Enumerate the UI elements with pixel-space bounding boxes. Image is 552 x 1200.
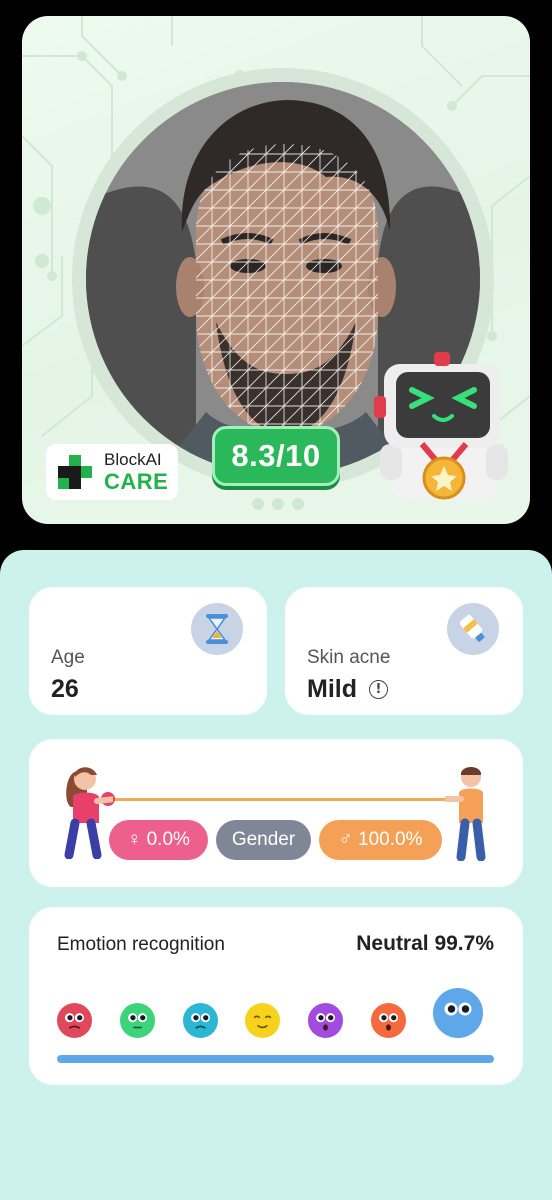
- male-figure-icon: [445, 767, 486, 861]
- age-value: 26: [51, 675, 79, 703]
- skin-score-value: 8.3/10: [231, 438, 321, 473]
- emotion-neutral-icon: [433, 988, 483, 1038]
- gender-card: ♀ 0.0% Gender ♂ 100.0%: [29, 739, 523, 887]
- male-percentage-pill: ♂ 100.0%: [319, 820, 442, 860]
- blockai-care-logo: BlockAI CARE: [46, 444, 178, 500]
- age-card: Age 26: [29, 587, 267, 715]
- tug-rope: [107, 798, 452, 801]
- emotion-angry-icon: [56, 1002, 92, 1038]
- emotion-sad-icon: [182, 1002, 218, 1038]
- logo-line2: CARE: [104, 469, 169, 494]
- emotion-disgust-icon: [119, 1002, 155, 1038]
- hourglass-icon: [191, 603, 243, 655]
- skin-acne-value: Mild: [307, 675, 357, 703]
- logo-line1: BlockAI: [104, 450, 162, 469]
- emotion-surprise-icon: [370, 1002, 406, 1038]
- info-icon[interactable]: !: [369, 680, 388, 699]
- gender-label-pill: Gender: [216, 820, 311, 860]
- skin-score-badge: 8.3/10: [212, 426, 340, 486]
- results-panel: Age 26 Skin acne Mild! ♀ 0.0% Gender ♂ 1…: [0, 550, 552, 1200]
- cream-tube-icon: [447, 603, 499, 655]
- female-percentage-pill: ♀ 0.0%: [109, 820, 208, 860]
- female-figure-icon: [64, 767, 113, 859]
- robot-mascot-icon: [374, 352, 508, 500]
- skin-acne-value-row: Mild!: [307, 675, 388, 704]
- emotion-fear-icon: [307, 1002, 343, 1038]
- emotion-card: Emotion recognition Neutral 99.7%: [29, 907, 523, 1085]
- face-analysis-card: BlockAI CARE 8.3/10: [22, 16, 530, 524]
- carousel-dots: [252, 498, 304, 510]
- skin-acne-label: Skin acne: [307, 647, 391, 668]
- medical-cross-logo-icon: [58, 455, 92, 489]
- age-label: Age: [51, 647, 85, 668]
- screen: BlockAI CARE 8.3/10 Age 26 Skin acne Mil…: [0, 0, 552, 1200]
- emotion-confidence-bar: [57, 1055, 494, 1063]
- emotion-happy-icon: [244, 1002, 280, 1038]
- skin-acne-card: Skin acne Mild!: [285, 587, 523, 715]
